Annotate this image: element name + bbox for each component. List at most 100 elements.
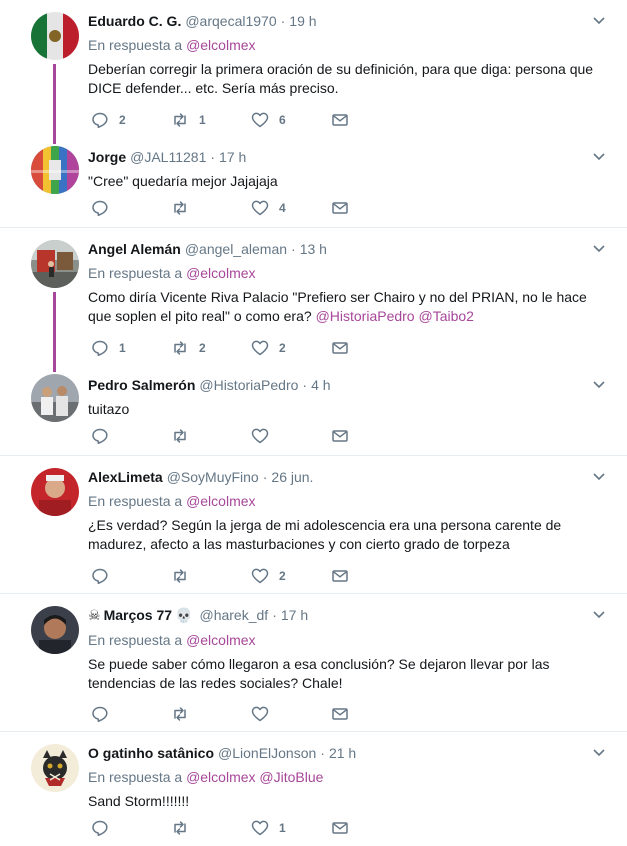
tweet[interactable]: Angel Alemán @angel_aleman · 13 h En res… xyxy=(0,228,627,372)
tweet[interactable]: Jorge @JAL11281 · 17 h "Cree" quedaría m… xyxy=(0,140,627,228)
tweet[interactable]: AlexLimeta @SoyMuyFino · 26 jun. En resp… xyxy=(0,456,627,594)
author-name[interactable]: Eduardo C. G. xyxy=(88,12,181,30)
like-button[interactable]: 4 xyxy=(251,198,286,218)
reply-button[interactable] xyxy=(91,426,119,446)
chevron-down-icon[interactable] xyxy=(591,744,607,760)
retweet-icon xyxy=(174,429,186,443)
author-handle[interactable]: @LionElJonson xyxy=(218,744,316,762)
people-photo-avatar-icon xyxy=(31,374,79,422)
avatar[interactable] xyxy=(31,744,79,792)
author-handle[interactable]: @arqecal1970 xyxy=(185,12,276,30)
timestamp[interactable]: 13 h xyxy=(300,240,327,258)
author-name[interactable]: AlexLimeta xyxy=(88,468,163,486)
timestamp[interactable]: 17 h xyxy=(219,148,246,166)
retweet-button[interactable] xyxy=(171,818,199,838)
timestamp[interactable]: 26 jun. xyxy=(271,468,313,486)
chevron-down-icon[interactable] xyxy=(591,148,607,164)
author-handle[interactable]: @SoyMuyFino xyxy=(167,468,259,486)
author-handle[interactable]: @JAL11281 xyxy=(130,148,206,166)
avatar[interactable] xyxy=(31,468,79,516)
tweet-text-line: tuitazo xyxy=(88,401,130,417)
mention-link[interactable]: @Taibo2 xyxy=(418,308,473,324)
direct-message-button[interactable] xyxy=(331,426,349,446)
author-handle[interactable]: @angel_aleman xyxy=(185,240,287,258)
direct-message-icon xyxy=(332,342,348,354)
direct-message-button[interactable] xyxy=(331,338,349,358)
avatar[interactable] xyxy=(31,240,79,288)
chevron-down-icon[interactable] xyxy=(591,376,607,392)
tweet-text: ¿Es verdad? Según la jerga de mi adolesc… xyxy=(88,516,607,554)
like-icon xyxy=(251,200,269,216)
retweet-button[interactable] xyxy=(171,704,199,724)
tweet-header: Eduardo C. G. @arqecal1970 · 19 h xyxy=(88,12,607,30)
separator: · xyxy=(320,745,325,761)
avatar[interactable] xyxy=(31,606,79,654)
direct-message-button[interactable] xyxy=(331,566,349,586)
reply-button[interactable]: 1 xyxy=(91,338,126,358)
timestamp[interactable]: 17 h xyxy=(281,606,308,624)
like-button[interactable]: 2 xyxy=(251,338,286,358)
avatar[interactable] xyxy=(31,374,79,422)
tweet[interactable]: O gatinho satânico @LionElJonson · 21 h … xyxy=(0,732,627,846)
chevron-down-icon[interactable] xyxy=(591,12,607,28)
tweet-header: Jorge @JAL11281 · 17 h xyxy=(88,148,607,166)
author-name[interactable]: Jorge xyxy=(88,148,126,166)
reply-button[interactable] xyxy=(91,566,119,586)
reply-prefix: En respuesta a xyxy=(88,632,183,648)
author-handle[interactable]: @HistoriaPedro xyxy=(199,376,298,394)
tweet-text-line: Como diría Vicente Riva Palacio "Prefier… xyxy=(88,289,587,305)
separator: · xyxy=(291,241,296,257)
direct-message-button[interactable] xyxy=(331,110,349,130)
direct-message-button[interactable] xyxy=(331,818,349,838)
like-count: 4 xyxy=(279,201,286,215)
mention-link[interactable]: @HistoriaPedro xyxy=(316,308,415,324)
avatar[interactable] xyxy=(31,146,79,194)
tweet[interactable]: Eduardo C. G. @arqecal1970 · 19 h En res… xyxy=(0,0,627,144)
like-icon xyxy=(251,820,269,836)
reply-mention[interactable]: @JitoBlue xyxy=(259,769,323,785)
direct-message-button[interactable] xyxy=(331,704,349,724)
retweet-button[interactable]: 2 xyxy=(171,338,206,358)
reply-mention[interactable]: @elcolmex xyxy=(186,493,255,509)
reply-mention[interactable]: @elcolmex xyxy=(186,265,255,281)
direct-message-icon xyxy=(332,570,348,582)
reply-button[interactable] xyxy=(91,818,119,838)
chevron-down-icon[interactable] xyxy=(591,240,607,256)
timestamp[interactable]: 21 h xyxy=(329,744,356,762)
author-name[interactable]: Marços 77 xyxy=(104,606,172,624)
author-name[interactable]: O gatinho satânico xyxy=(88,744,214,762)
direct-message-button[interactable] xyxy=(331,198,349,218)
retweet-button[interactable] xyxy=(171,426,199,446)
chevron-down-icon[interactable] xyxy=(591,468,607,484)
like-button[interactable]: 6 xyxy=(251,110,286,130)
retweet-button[interactable]: 1 xyxy=(171,110,206,130)
tweet-actions: 1 xyxy=(88,818,368,838)
like-button[interactable]: 1 xyxy=(251,818,286,838)
tweet[interactable]: ☠ Marços 77 💀 @harek_df · 17 h En respue… xyxy=(0,594,627,732)
reply-mention[interactable]: @elcolmex xyxy=(186,769,255,785)
reply-button[interactable] xyxy=(91,198,119,218)
tweet-text: Deberían corregir la primera oración de … xyxy=(88,60,607,98)
timestamp[interactable]: 4 h xyxy=(311,376,330,394)
author-name[interactable]: Angel Alemán xyxy=(88,240,181,258)
timestamp[interactable]: 19 h xyxy=(289,12,316,30)
reply-button[interactable]: 2 xyxy=(91,110,126,130)
chevron-down-icon[interactable] xyxy=(591,606,607,622)
retweet-button[interactable] xyxy=(171,566,199,586)
tweet-text: Se puede saber cómo llegaron a esa concl… xyxy=(88,655,607,693)
tweet[interactable]: Pedro Salmerón @HistoriaPedro · 4 h tuit… xyxy=(0,368,627,456)
tweet-text: "Cree" quedaría mejor Jajajaja xyxy=(88,172,607,191)
author-handle[interactable]: @harek_df xyxy=(199,606,268,624)
author-name[interactable]: Pedro Salmerón xyxy=(88,376,195,394)
tweet-text-line: "Cree" quedaría mejor Jajajaja xyxy=(88,173,278,189)
like-button[interactable] xyxy=(251,704,279,724)
reply-prefix: En respuesta a xyxy=(88,769,183,785)
reply-button[interactable] xyxy=(91,704,119,724)
reply-mention[interactable]: @elcolmex xyxy=(186,632,255,648)
avatar[interactable] xyxy=(31,12,79,60)
retweet-button[interactable] xyxy=(171,198,199,218)
direct-message-icon xyxy=(332,430,348,442)
reply-mention[interactable]: @elcolmex xyxy=(186,37,255,53)
like-button[interactable] xyxy=(251,426,279,446)
like-button[interactable]: 2 xyxy=(251,566,286,586)
